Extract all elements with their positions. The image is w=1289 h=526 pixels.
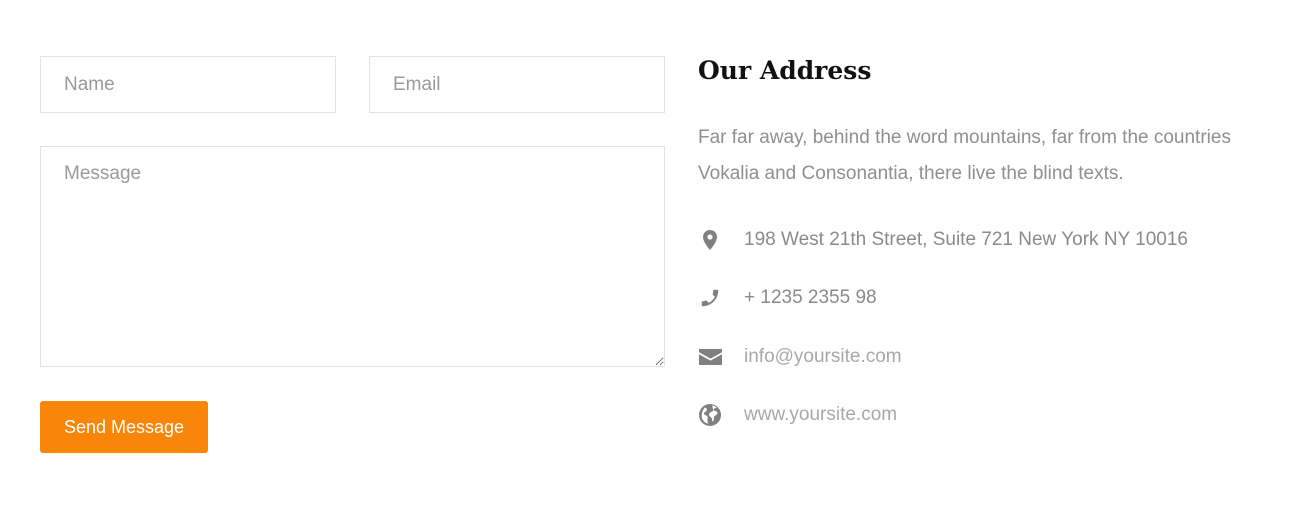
phone-text[interactable]: + 1235 2355 98	[744, 287, 877, 309]
address-title: Our Address	[698, 56, 872, 85]
send-message-button[interactable]: Send Message	[40, 401, 208, 453]
envelope-icon	[698, 345, 722, 369]
email-link[interactable]: info@yoursite.com	[744, 346, 902, 368]
email-input[interactable]	[369, 56, 665, 113]
name-input[interactable]	[40, 56, 336, 113]
address-description: Far far away, behind the word mountains,…	[698, 127, 1231, 184]
message-textarea[interactable]	[40, 146, 665, 367]
phone-icon	[698, 286, 722, 310]
website-item: www.yoursite.com	[698, 400, 1268, 430]
map-marker-icon	[698, 228, 722, 252]
website-link[interactable]: www.yoursite.com	[744, 404, 897, 426]
email-item: info@yoursite.com	[698, 342, 1268, 372]
address-text: 198 West 21th Street, Suite 721 New York…	[744, 229, 1188, 250]
address-item: 198 West 21th Street, Suite 721 New York…	[698, 225, 1268, 255]
globe-icon	[698, 403, 722, 427]
phone-item: + 1235 2355 98	[698, 283, 1268, 313]
